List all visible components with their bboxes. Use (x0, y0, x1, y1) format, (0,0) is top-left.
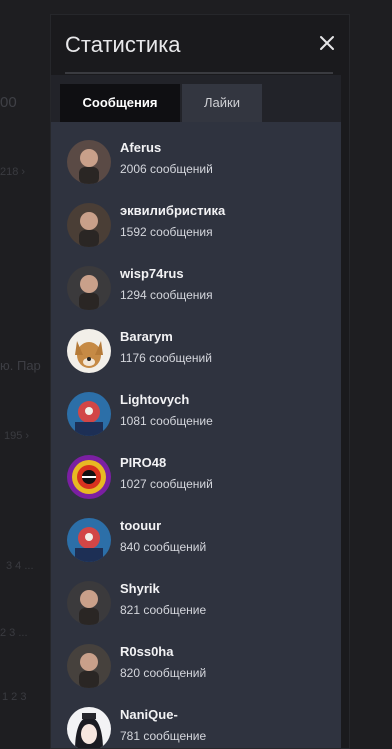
list-item[interactable]: NaniQue- 781 сообщение (51, 704, 341, 748)
tab-messages[interactable]: Сообщения (60, 84, 180, 122)
bg-fragment: 2 3 ... (0, 627, 28, 639)
user-name[interactable]: R0ss0ha (120, 644, 173, 659)
avatar[interactable] (67, 140, 111, 184)
user-name[interactable]: Lightovych (120, 392, 189, 407)
list-item[interactable]: Shyrik 821 сообщение (51, 578, 341, 641)
bg-fragment: 1 2 3 (2, 691, 27, 703)
bg-fragment: ю. Пар (0, 358, 41, 373)
list-item[interactable]: эквилибристика 1592 сообщения (51, 200, 341, 263)
user-name[interactable]: Bararym (120, 329, 173, 344)
user-name[interactable]: Aferus (120, 140, 161, 155)
bg-fragment: 3 4 ... (6, 560, 34, 572)
message-count: 781 сообщение (120, 729, 207, 743)
avatar[interactable] (67, 644, 111, 688)
message-count: 1176 сообщений (120, 351, 212, 365)
user-name[interactable]: эквилибристика (120, 203, 225, 218)
list-item[interactable]: PIRO48 1027 сообщений (51, 452, 341, 515)
avatar[interactable] (67, 455, 111, 499)
user-name[interactable]: wisp74rus (120, 266, 184, 281)
header-divider (65, 72, 333, 74)
user-name[interactable]: NaniQue- (120, 707, 178, 722)
message-count: 840 сообщений (120, 540, 207, 554)
statistics-modal: Статистика Сообщения Лайки Aferus 2006 со… (50, 14, 350, 749)
avatar[interactable] (67, 392, 111, 436)
tab-likes[interactable]: Лайки (182, 84, 262, 122)
message-count: 821 сообщение (120, 603, 207, 617)
close-icon (320, 36, 334, 50)
avatar[interactable] (67, 518, 111, 562)
modal-title: Статистика (65, 32, 181, 57)
list-item[interactable]: Aferus 2006 сообщений (51, 137, 341, 200)
tabs-bar: Сообщения Лайки (51, 75, 341, 122)
close-button[interactable] (315, 31, 339, 55)
bg-fragment: 00 (0, 94, 17, 111)
modal-header: Статистика (51, 15, 349, 75)
list-item[interactable]: Lightovych 1081 сообщение (51, 389, 341, 452)
user-name[interactable]: toouur (120, 518, 161, 533)
user-name[interactable]: PIRO48 (120, 455, 166, 470)
list-item[interactable]: toouur 840 сообщений (51, 515, 341, 578)
avatar[interactable] (67, 581, 111, 625)
bg-fragment: 218 › (0, 166, 26, 178)
message-count: 820 сообщений (120, 666, 207, 680)
user-name[interactable]: Shyrik (120, 581, 160, 596)
user-list: Aferus 2006 сообщений эквилибристика 1592 … (51, 122, 341, 748)
message-count: 2006 сообщений (120, 162, 213, 176)
avatar[interactable] (67, 707, 111, 748)
list-item[interactable]: R0ss0ha 820 сообщений (51, 641, 341, 704)
message-count: 1592 сообщения (120, 225, 213, 239)
message-count: 1294 сообщения (120, 288, 213, 302)
avatar[interactable] (67, 266, 111, 310)
list-item[interactable]: wisp74rus 1294 сообщения (51, 263, 341, 326)
avatar[interactable] (67, 203, 111, 247)
avatar[interactable] (67, 329, 111, 373)
message-count: 1081 сообщение (120, 414, 213, 428)
bg-fragment: 195 › (4, 430, 30, 442)
list-item[interactable]: Bararym 1176 сообщений (51, 326, 341, 389)
message-count: 1027 сообщений (120, 477, 213, 491)
